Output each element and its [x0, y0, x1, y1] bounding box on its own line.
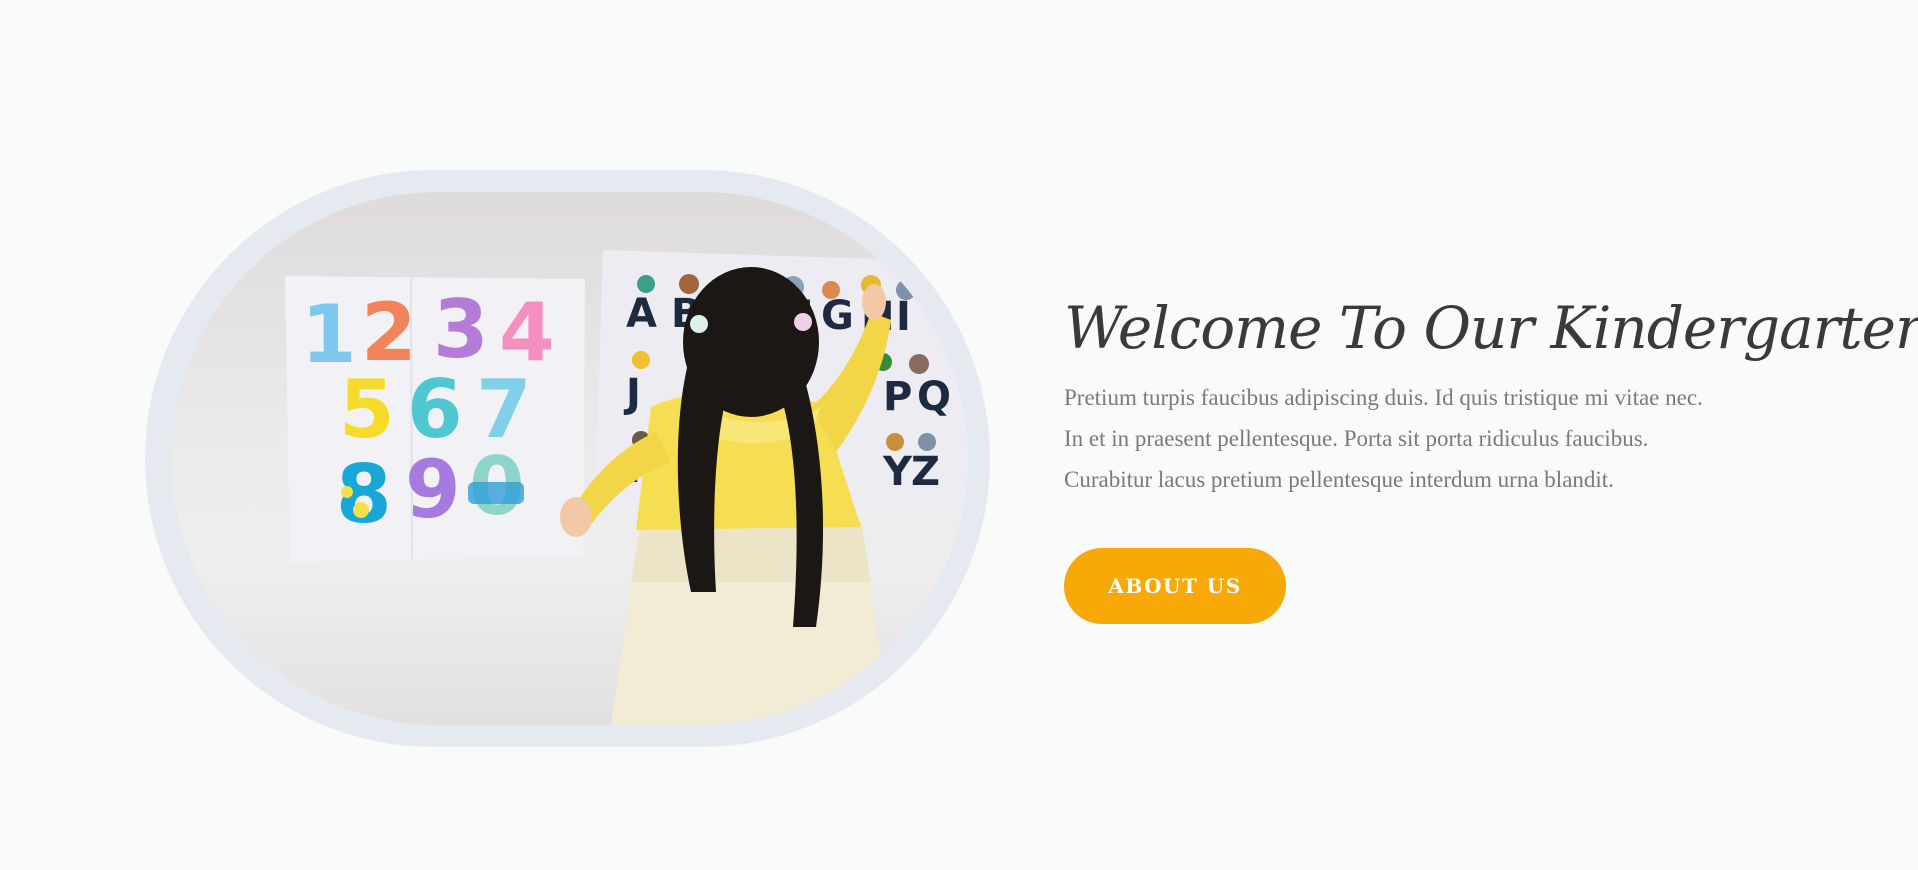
- hero-content: Welcome To Our Kindergarten Pretium turp…: [1064, 285, 1918, 624]
- poster-letter: Q: [917, 374, 951, 420]
- hero-section: 1 2 3 4 5 6 7 8 9 0 A: [0, 0, 1918, 870]
- poster-number: 9: [405, 443, 461, 536]
- hero-description-line: In et in praesent pellentesque. Porta si…: [1064, 426, 1649, 451]
- hero-image-illustration: 1 2 3 4 5 6 7 8 9 0 A: [285, 250, 968, 725]
- poster-letter: Y: [882, 449, 913, 495]
- numbers-poster: 1 2 3 4 5 6 7 8 9 0: [285, 276, 585, 561]
- poster-letter: P: [883, 374, 912, 420]
- hero-description-line: Curabitur lacus pretium pellentesque int…: [1064, 467, 1614, 492]
- hero-description: Pretium turpis faucibus adipiscing duis.…: [1064, 377, 1824, 500]
- page-title: Welcome To Our Kindergarten: [1064, 294, 1918, 362]
- hero-image: 1 2 3 4 5 6 7 8 9 0 A: [171, 192, 968, 725]
- poster-number: 5: [339, 363, 395, 456]
- poster-letter: J: [623, 371, 641, 417]
- poster-letter: I: [896, 294, 911, 340]
- poster-letter: A: [626, 291, 657, 337]
- poster-letter: Z: [911, 449, 940, 495]
- poster-letter: G: [821, 293, 854, 339]
- about-us-button[interactable]: ABOUT US: [1064, 548, 1286, 624]
- hero-description-line: Pretium turpis faucibus adipiscing duis.…: [1064, 385, 1703, 410]
